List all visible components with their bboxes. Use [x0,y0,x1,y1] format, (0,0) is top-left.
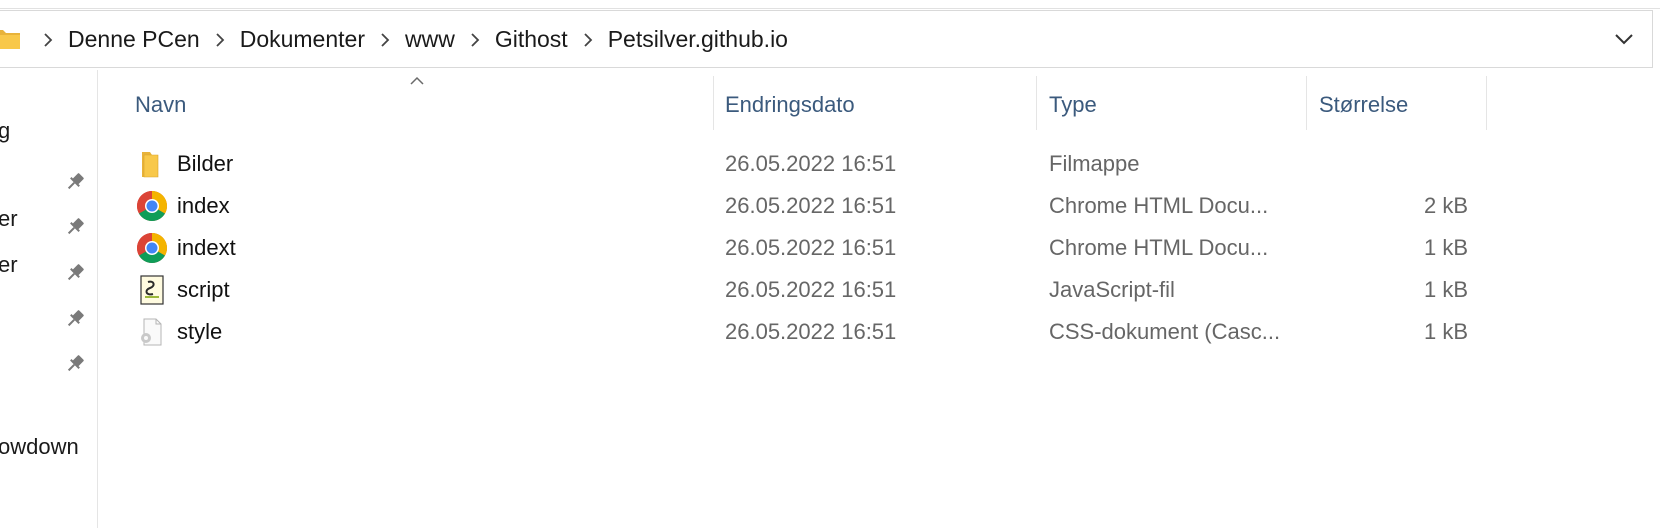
chevron-right-icon[interactable] [574,29,602,50]
breadcrumb-item[interactable]: Denne PCen [62,26,206,53]
nav-item-label[interactable]: er [0,252,18,278]
navigation-pane: g er er owdown [0,70,98,528]
column-header-type[interactable]: Type [1049,80,1306,130]
css-file-icon [136,316,168,348]
column-header-name[interactable]: Navn [135,80,713,130]
file-name: script [177,277,230,302]
column-divider[interactable] [1306,76,1307,130]
file-type: Filmappe [1049,151,1140,176]
folder-icon [0,27,20,49]
file-date: 26.05.2022 16:51 [725,277,897,302]
script-file-icon [136,274,168,306]
file-type: Chrome HTML Docu... [1049,193,1269,218]
chevron-right-icon[interactable] [371,29,399,50]
file-size: 1 kB [1423,277,1468,302]
pin-icon [64,308,86,330]
address-bar[interactable]: Denne PCen Dokumenter www Githost Petsil… [0,10,1653,68]
chevron-right-icon[interactable] [34,29,62,50]
pin-icon [64,353,86,375]
file-type: Chrome HTML Docu... [1049,235,1269,260]
file-date: 26.05.2022 16:51 [725,151,897,176]
pin-icon [64,216,86,238]
nav-item-label[interactable]: owdown [0,434,79,460]
file-row[interactable]: style 26.05.2022 16:51 CSS-dokument (Cas… [128,312,1488,352]
chevron-right-icon[interactable] [461,29,489,50]
nav-item-label[interactable]: er [0,206,18,232]
file-size: 1 kB [1423,319,1468,344]
file-size [1337,144,1468,184]
file-name: Bilder [177,151,234,176]
chrome-icon [136,232,168,264]
pin-icon [64,262,86,284]
file-date: 26.05.2022 16:51 [725,193,897,218]
file-name: indext [177,235,236,260]
file-row[interactable]: Bilder 26.05.2022 16:51 Filmappe [128,144,1488,184]
file-name: index [177,193,230,218]
breadcrumb-item[interactable]: Dokumenter [234,26,371,53]
column-divider[interactable] [1036,76,1037,130]
column-header-date[interactable]: Endringsdato [725,80,1035,130]
chrome-icon [136,190,168,222]
file-explorer-window: Denne PCen Dokumenter www Githost Petsil… [0,0,1660,528]
chevron-down-icon[interactable] [1610,25,1638,53]
chevron-right-icon[interactable] [206,29,234,50]
pin-icon [64,171,86,193]
file-row[interactable]: indext 26.05.2022 16:51 Chrome HTML Docu… [128,228,1488,268]
toolbar-strip [0,0,1660,9]
file-date: 26.05.2022 16:51 [725,319,897,344]
file-name: style [177,319,223,344]
column-divider[interactable] [713,76,714,130]
column-divider[interactable] [1486,76,1487,130]
nav-item-label[interactable]: g [0,118,10,144]
breadcrumb-item[interactable]: Petsilver.github.io [602,26,794,53]
breadcrumb-item[interactable]: www [399,26,461,53]
breadcrumb-item[interactable]: Githost [489,26,574,53]
breadcrumb: Denne PCen Dokumenter www Githost Petsil… [34,11,794,67]
file-row[interactable]: index 26.05.2022 16:51 Chrome HTML Docu.… [128,186,1488,226]
file-row[interactable]: script 26.05.2022 16:51 JavaScript-fil 1… [128,270,1488,310]
file-type: JavaScript-fil [1049,277,1175,302]
column-header-size[interactable]: Størrelse [1319,80,1486,130]
file-size: 2 kB [1423,193,1468,218]
folder-icon [136,148,168,180]
file-size: 1 kB [1423,235,1468,260]
file-date: 26.05.2022 16:51 [725,235,897,260]
file-type: CSS-dokument (Casc... [1049,319,1281,344]
